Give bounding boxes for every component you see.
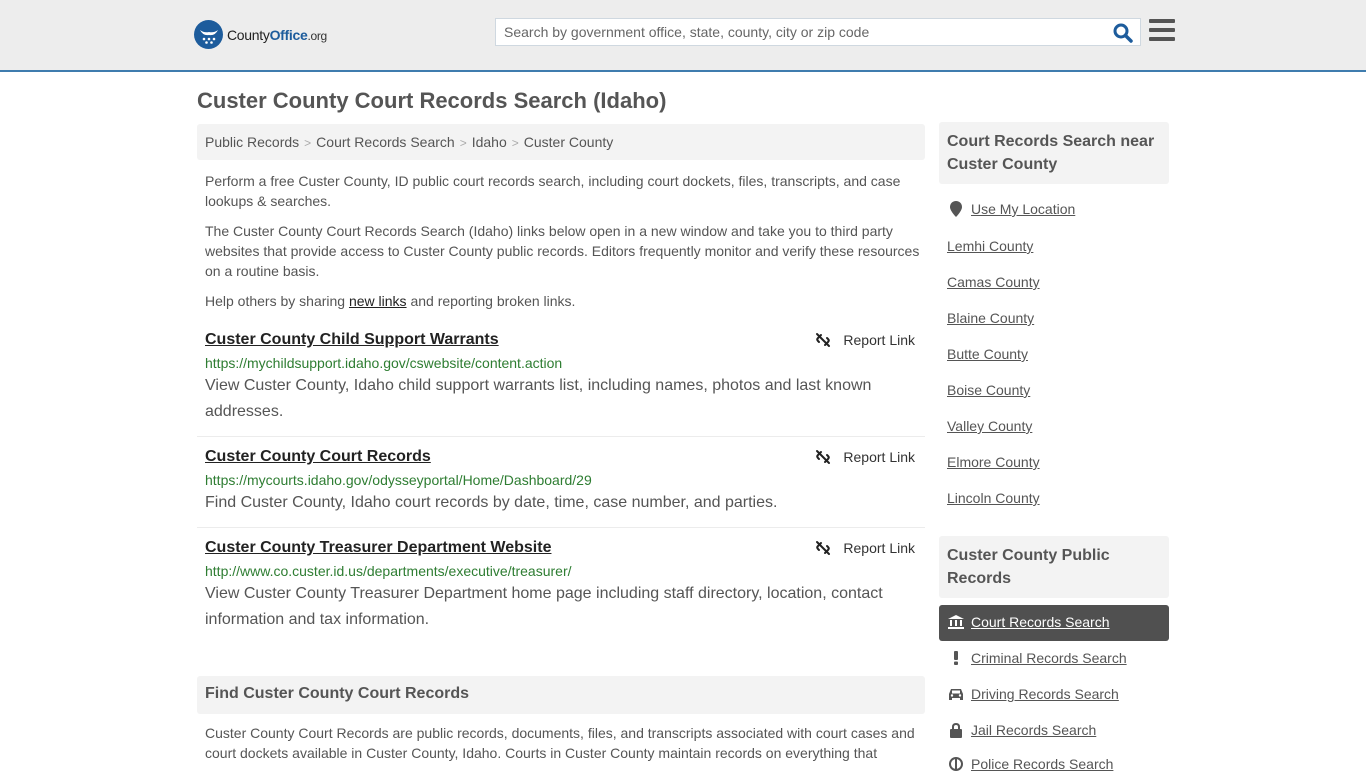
nearby-county-link[interactable]: Blaine County — [947, 310, 1034, 326]
use-my-location-link[interactable]: Use My Location — [947, 201, 1075, 217]
search-input[interactable] — [496, 19, 1106, 45]
nearby-county-link[interactable]: Butte County — [947, 346, 1028, 362]
report-link-button[interactable]: Report Link — [815, 449, 915, 465]
entry-url[interactable]: http://www.co.custer.id.us/departments/e… — [205, 563, 925, 579]
breadcrumb-separator: > — [304, 136, 312, 150]
entry-url[interactable]: https://mycourts.idaho.gov/odysseyportal… — [205, 472, 925, 488]
breadcrumb-idaho[interactable]: Idaho — [472, 134, 507, 150]
new-links-link[interactable]: new links — [349, 293, 407, 309]
logo-eagle-icon — [194, 20, 223, 49]
report-link-button[interactable]: Report Link — [815, 332, 915, 348]
intro-text-after-link: and reporting broken links. — [406, 293, 576, 309]
intro-paragraph-1: Perform a free Custer County, ID public … — [205, 173, 901, 209]
record-link-entry: Custer County Treasurer Department Websi… — [197, 538, 925, 638]
entry-url[interactable]: https://mychildsupport.idaho.gov/cswebsi… — [205, 355, 925, 371]
breadcrumb-custer-county[interactable]: Custer County — [524, 134, 613, 150]
broken-link-icon — [816, 541, 831, 555]
site-header: CountyOffice.org — [0, 0, 1366, 72]
sidebar-item-label: Driving Records Search — [971, 686, 1119, 702]
entry-description: Find Custer County, Idaho court records … — [205, 494, 778, 511]
entry-description: View Custer County, Idaho child support … — [205, 377, 872, 420]
sidebar-item-court-records-search[interactable]: Court Records Search — [947, 614, 1110, 630]
sidebar-item-police-records-search[interactable]: Police Records Search — [947, 756, 1113, 772]
public-records-heading: Custer County Public Records — [939, 536, 1169, 598]
courthouse-icon — [947, 615, 965, 629]
breadcrumb: Public Records > Court Records Search > Idah… — [197, 124, 925, 160]
entry-title-link[interactable]: Custer County Child Support Warrants — [205, 330, 499, 350]
page-title: Custer County Court Records Search (Idah… — [197, 88, 667, 113]
sidebar-item-label: Jail Records Search — [971, 722, 1097, 738]
lock-icon — [947, 722, 965, 738]
report-link-label: Report Link — [843, 540, 915, 556]
nearby-county-link[interactable]: Lincoln County — [947, 490, 1040, 506]
site-logo[interactable]: CountyOffice.org — [194, 20, 327, 49]
find-court-records-heading: Find Custer County Court Records — [197, 676, 925, 714]
menu-bar — [1149, 37, 1175, 41]
record-link-entry: Custer County Child Support Warrants Rep… — [197, 330, 925, 437]
logo-text-org: .org — [307, 28, 327, 43]
nearby-county-link[interactable]: Lemhi County — [947, 238, 1033, 254]
nearby-county-link[interactable]: Valley County — [947, 418, 1032, 434]
menu-bar — [1149, 28, 1175, 32]
logo-text: CountyOffice.org — [227, 27, 327, 43]
intro-text-before-link: Help others by sharing — [205, 293, 349, 309]
sidebar-item-label: Police Records Search — [971, 756, 1114, 772]
broken-link-icon — [816, 450, 831, 464]
record-link-entry: Custer County Court Records Report Link … — [197, 447, 925, 528]
breadcrumb-public-records[interactable]: Public Records — [205, 134, 299, 150]
map-pin-icon — [947, 201, 965, 217]
nearby-county-link[interactable]: Boise County — [947, 382, 1030, 398]
sidebar-item-label: Court Records Search — [971, 614, 1110, 630]
search-box — [495, 18, 1141, 46]
nearby-county-link[interactable]: Camas County — [947, 274, 1040, 290]
use-my-location-label: Use My Location — [971, 201, 1076, 217]
search-icon — [1113, 23, 1133, 43]
nearby-heading: Court Records Search near Custer County — [939, 122, 1169, 184]
intro-text: Perform a free Custer County, ID public … — [205, 171, 920, 321]
menu-bar — [1149, 19, 1175, 23]
broken-link-icon — [816, 333, 831, 347]
police-icon — [947, 757, 965, 771]
intro-paragraph-3: Help others by sharing new links and rep… — [205, 291, 920, 311]
entry-description: View Custer County Treasurer Department … — [205, 585, 883, 628]
sidebar-item-criminal-records-search[interactable]: Criminal Records Search — [947, 650, 1127, 666]
sidebar-item-label: Criminal Records Search — [971, 650, 1127, 666]
report-link-label: Report Link — [843, 332, 915, 348]
report-link-label: Report Link — [843, 449, 915, 465]
hamburger-menu-button[interactable] — [1149, 19, 1175, 43]
entry-title-link[interactable]: Custer County Court Records — [205, 447, 431, 467]
breadcrumb-separator: > — [459, 136, 467, 150]
logo-text-office: Office — [269, 26, 308, 43]
sidebar-item-jail-records-search[interactable]: Jail Records Search — [947, 722, 1096, 738]
report-link-button[interactable]: Report Link — [815, 540, 915, 556]
exclamation-icon — [947, 651, 965, 665]
car-icon — [947, 688, 965, 700]
intro-paragraph-2: The Custer County Court Records Search (… — [205, 223, 920, 279]
logo-text-county: County — [227, 26, 270, 43]
search-button[interactable] — [1112, 22, 1134, 44]
breadcrumb-separator: > — [511, 136, 519, 150]
find-court-records-text: Custer County Court Records are public r… — [205, 725, 915, 761]
entry-title-link[interactable]: Custer County Treasurer Department Websi… — [205, 538, 551, 558]
sidebar-item-driving-records-search[interactable]: Driving Records Search — [947, 686, 1119, 702]
breadcrumb-court-records-search[interactable]: Court Records Search — [316, 134, 455, 150]
nearby-county-link[interactable]: Elmore County — [947, 454, 1040, 470]
